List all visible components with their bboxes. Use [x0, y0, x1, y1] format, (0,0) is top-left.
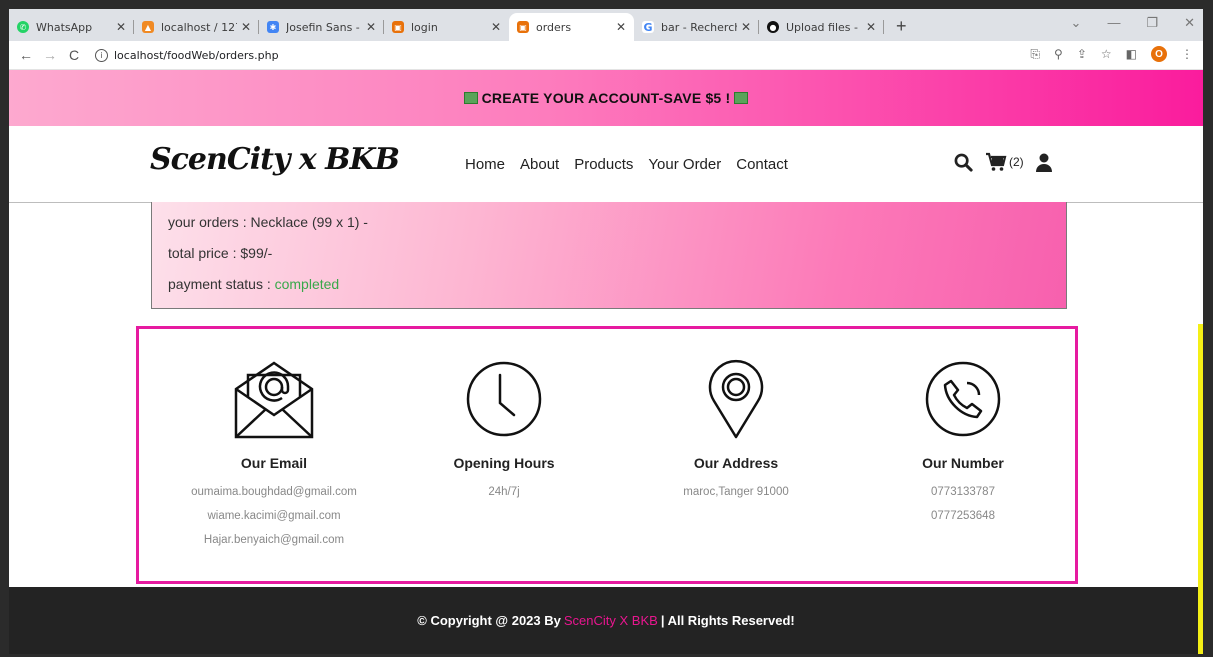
browser-window: ✆WhatsApp✕ ▲localhost / 127.0.✕ ✱Josefin… [9, 9, 1203, 654]
email-link[interactable]: oumaima.boughdad@gmail.com [159, 480, 389, 504]
hours-heading: Opening Hours [453, 455, 555, 471]
tab-whatsapp[interactable]: ✆ WhatsApp ✕ [9, 13, 134, 41]
close-window-icon[interactable]: ✕ [1184, 15, 1195, 31]
site-footer: © Copyright @ 2023 By ScenCity X BKB | A… [9, 587, 1203, 654]
tab-search-icon[interactable]: ⌄ [1071, 15, 1082, 31]
nav-your-order[interactable]: Your Order [648, 156, 721, 173]
phone-icon [925, 361, 1001, 437]
number-heading: Our Number [922, 455, 1004, 471]
hours-section: Opening Hours 24h/7j [389, 357, 619, 504]
close-tab-icon[interactable]: ✕ [116, 20, 126, 34]
address-bar: ← → C i localhost/foodWeb/orders.php ⎘ ⚲… [9, 41, 1203, 70]
forward-icon[interactable]: → [43, 47, 57, 63]
nav-home[interactable]: Home [465, 156, 505, 173]
page-icon: ▣ [392, 21, 404, 33]
back-icon[interactable]: ← [19, 47, 33, 63]
tab-strip: ✆WhatsApp✕ ▲localhost / 127.0.✕ ✱Josefin… [9, 9, 1203, 41]
close-tab-icon[interactable]: ✕ [741, 20, 751, 34]
side-panel-icon[interactable]: ◧ [1126, 47, 1137, 61]
header-icons: (2) [954, 152, 1052, 172]
nav-about[interactable]: About [520, 156, 559, 173]
copyright-text: © Copyright @ 2023 By [417, 613, 561, 628]
email-link[interactable]: Hajar.benyaich@gmail.com [159, 528, 389, 552]
close-tab-icon[interactable]: ✕ [866, 20, 876, 34]
site-header: ScenCity x BKB Home About Products Your … [9, 126, 1203, 203]
email-section: Our Email oumaima.boughdad@gmail.com wia… [159, 357, 389, 552]
github-icon: ● [767, 21, 779, 33]
phpmyadmin-icon: ▲ [142, 21, 154, 33]
browser-toolbar: ⎘ ⚲ ⇪ ☆ ◧ O ⋮ [1030, 46, 1193, 62]
promo-banner[interactable]: CREATE YOUR ACCOUNT-SAVE $5 ! [9, 70, 1203, 126]
nav-contact[interactable]: Contact [736, 156, 788, 173]
nav-products[interactable]: Products [574, 156, 633, 173]
url-field[interactable]: i localhost/foodWeb/orders.php [95, 48, 279, 62]
restore-icon[interactable]: ❐ [1146, 15, 1158, 31]
email-heading: Our Email [240, 455, 308, 471]
close-tab-icon[interactable]: ✕ [491, 20, 501, 34]
profile-avatar[interactable]: O [1151, 46, 1167, 62]
search-icon[interactable] [954, 153, 973, 172]
tab-login[interactable]: ▣ login ✕ [384, 13, 509, 41]
order-items: your orders : Necklace (99 x 1) - [168, 214, 368, 230]
address-heading: Our Address [693, 455, 779, 471]
status-badge: completed [274, 276, 340, 292]
address-section: Our Address maroc,Tanger 91000 [621, 357, 851, 504]
tab-google-search[interactable]: Gbar - Recherche✕ [634, 13, 759, 41]
money-icon [734, 92, 749, 104]
menu-kebab-icon[interactable]: ⋮ [1181, 47, 1193, 61]
user-icon[interactable] [1035, 153, 1052, 172]
phone-link[interactable]: 0777253648 [848, 504, 1078, 528]
window-controls: ⌄ — ❐ ✕ [1071, 15, 1195, 31]
reload-icon[interactable]: C [67, 47, 81, 63]
translate-icon[interactable]: ⎘ [1030, 47, 1040, 62]
envelope-email-icon [234, 361, 314, 439]
tab-phpmyadmin[interactable]: ▲localhost / 127.0.✕ [134, 13, 259, 41]
new-tab-icon[interactable]: + [896, 16, 907, 37]
close-tab-icon[interactable]: ✕ [616, 20, 626, 34]
share-icon[interactable]: ⇪ [1077, 47, 1087, 61]
bookmark-star-icon[interactable]: ☆ [1101, 47, 1112, 61]
address-value: maroc,Tanger 91000 [683, 486, 789, 498]
email-link[interactable]: wiame.kacimi@gmail.com [159, 504, 389, 528]
footer-brand-link[interactable]: ScenCity X BKB [564, 613, 658, 628]
tab-github[interactable]: ●Upload files - Ou✕ [759, 13, 884, 41]
rights-text: | All Rights Reserved! [660, 613, 795, 628]
page-icon: ▣ [517, 21, 529, 33]
main-nav: Home About Products Your Order Contact [465, 156, 788, 173]
site-info-icon[interactable]: i [95, 48, 108, 62]
zoom-icon[interactable]: ⚲ [1054, 47, 1063, 61]
clock-icon [466, 361, 542, 437]
contact-info-box: Our Email oumaima.boughdad@gmail.com wia… [136, 326, 1078, 584]
tab-google-fonts[interactable]: ✱Josefin Sans - Go✕ [259, 13, 384, 41]
scrollbar-highlight [1198, 324, 1203, 654]
order-card: your orders : Necklace (99 x 1) - total … [151, 202, 1067, 309]
site-logo[interactable]: ScenCity x BKB [150, 142, 400, 177]
close-tab-icon[interactable]: ✕ [241, 20, 251, 34]
cart-icon[interactable] [985, 152, 1007, 172]
location-pin-icon [708, 359, 764, 439]
google-icon: G [642, 20, 654, 34]
whatsapp-icon: ✆ [17, 21, 29, 33]
money-icon [463, 92, 478, 104]
minimize-icon[interactable]: — [1107, 15, 1120, 31]
tab-orders[interactable]: ▣ orders ✕ [509, 13, 634, 41]
payment-status: payment status : completed [168, 276, 340, 292]
order-total: total price : $99/- [168, 245, 273, 261]
close-tab-icon[interactable]: ✕ [366, 20, 376, 34]
phone-link[interactable]: 0773133787 [848, 480, 1078, 504]
hours-value: 24h/7j [488, 486, 520, 498]
number-section: Our Number 0773133787 0777253648 [848, 357, 1078, 528]
google-fonts-icon: ✱ [267, 21, 279, 33]
cart-count[interactable]: (2) [1009, 155, 1024, 169]
